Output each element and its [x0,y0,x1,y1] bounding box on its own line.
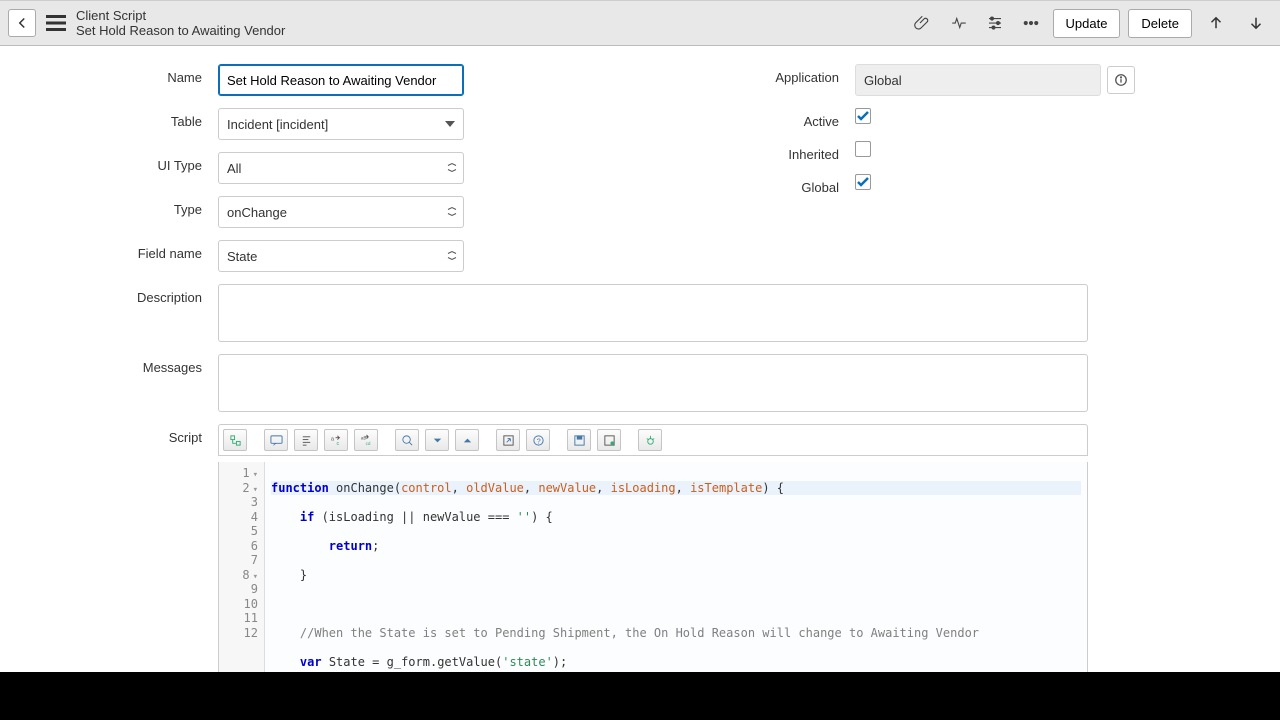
chevron-down-icon [445,121,455,127]
table-label: Table [18,108,218,129]
global-checkbox[interactable] [855,174,871,190]
prev-record-icon[interactable] [1200,7,1232,39]
scroll-up-icon[interactable] [455,429,479,451]
code-content[interactable]: function onChange(control, oldValue, new… [265,462,1087,672]
help-icon[interactable]: ? [526,429,550,451]
description-textarea[interactable] [218,284,1088,342]
replace-all-icon[interactable]: abcd [354,429,378,451]
settings-icon[interactable] [981,9,1009,37]
caret-icon [447,249,457,264]
info-icon[interactable] [1107,66,1135,94]
script-debugger-icon[interactable] [638,429,662,451]
menu-icon[interactable] [42,9,70,37]
name-input[interactable] [218,64,464,96]
update-button[interactable]: Update [1053,9,1121,38]
application-label: Application [655,64,855,85]
script-editor[interactable]: 123456789101112 function onChange(contro… [218,462,1088,672]
replace-icon[interactable]: ac [324,429,348,451]
table-select[interactable]: Incident [incident] [218,108,464,140]
next-record-icon[interactable] [1240,7,1272,39]
record-title: Set Hold Reason to Awaiting Vendor [76,23,909,38]
activity-icon[interactable] [945,9,973,37]
svg-text:cd: cd [365,441,370,446]
scroll-down-icon[interactable] [425,429,449,451]
format-icon[interactable] [294,429,318,451]
description-label: Description [18,284,218,305]
messages-label: Messages [18,354,218,375]
fullscreen-icon[interactable] [496,429,520,451]
script-tree-icon[interactable] [223,429,247,451]
inherited-label: Inherited [655,141,855,162]
page-title-block: Client Script Set Hold Reason to Awaitin… [76,8,909,38]
header-toolbar: Client Script Set Hold Reason to Awaitin… [0,0,1280,46]
svg-text:c: c [336,441,339,447]
inherited-checkbox[interactable] [855,141,871,157]
type-label: Type [18,196,218,217]
delete-button[interactable]: Delete [1128,9,1192,38]
global-label: Global [655,174,855,195]
field-name-select[interactable]: State [218,240,464,272]
caret-icon [447,161,457,176]
toggle-diff-icon[interactable] [597,429,621,451]
comment-icon[interactable] [264,429,288,451]
field-name-label: Field name [18,240,218,261]
active-checkbox[interactable] [855,108,871,124]
save-icon[interactable] [567,429,591,451]
messages-textarea[interactable] [218,354,1088,412]
name-label: Name [18,64,218,85]
svg-text:?: ? [536,436,540,445]
search-icon[interactable] [395,429,419,451]
application-value: Global [855,64,1101,96]
active-label: Active [655,108,855,129]
caret-icon [447,205,457,220]
script-label: Script [18,424,218,445]
ui-type-select[interactable]: All [218,152,464,184]
svg-text:a: a [330,436,334,442]
more-icon[interactable] [1017,9,1045,37]
ui-type-label: UI Type [18,152,218,173]
line-gutter: 123456789101112 [219,462,265,672]
type-select[interactable]: onChange [218,196,464,228]
record-type: Client Script [76,8,909,23]
script-toolbar: ac abcd ? [218,424,1088,456]
attachment-icon[interactable] [909,9,937,37]
back-button[interactable] [8,9,36,37]
